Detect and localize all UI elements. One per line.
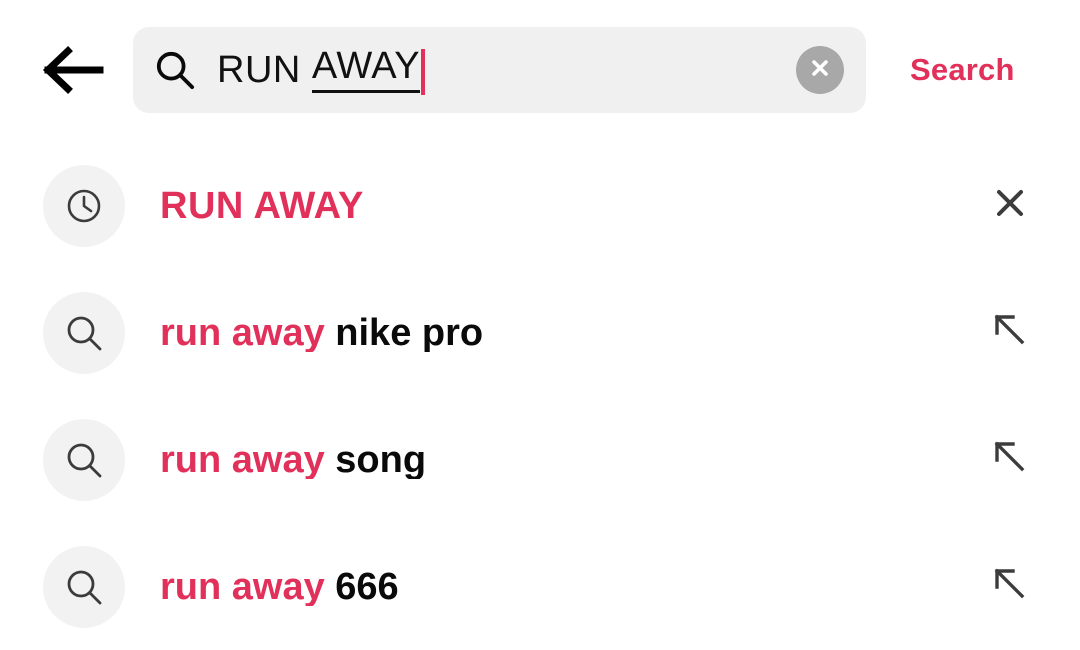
search-icon bbox=[43, 418, 125, 501]
arrow-up-left-icon bbox=[991, 438, 1029, 481]
suggestion-highlight: run away bbox=[160, 440, 325, 479]
search-submit-button[interactable]: Search bbox=[910, 52, 1015, 88]
suggestion-highlight: RUN AWAY bbox=[160, 186, 364, 225]
search-icon bbox=[155, 50, 195, 90]
clear-search-button[interactable] bbox=[796, 46, 844, 94]
clock-icon bbox=[43, 164, 125, 247]
suggestion-label: run away song bbox=[160, 441, 982, 479]
list-item[interactable]: run away nike pro bbox=[0, 269, 1080, 396]
fill-query-button[interactable] bbox=[982, 559, 1038, 615]
list-item[interactable]: run away song bbox=[0, 396, 1080, 523]
suggestion-rest: nike pro bbox=[324, 313, 484, 352]
fill-query-button[interactable] bbox=[982, 305, 1038, 361]
suggestion-label: run away nike pro bbox=[160, 314, 982, 352]
suggestion-highlight: run away bbox=[160, 313, 325, 352]
search-input[interactable]: RUN AWAY bbox=[217, 27, 796, 113]
suggestion-rest: song bbox=[324, 440, 427, 479]
suggestion-rest: 666 bbox=[324, 567, 399, 606]
close-icon bbox=[992, 185, 1028, 226]
arrow-up-left-icon bbox=[991, 311, 1029, 354]
search-query-composing: AWAY bbox=[311, 47, 421, 93]
list-item[interactable]: run away 666 bbox=[0, 523, 1080, 650]
back-button[interactable] bbox=[28, 25, 118, 115]
suggestion-highlight: run away bbox=[160, 567, 325, 606]
close-circle-icon bbox=[807, 55, 833, 86]
search-query-committed: RUN bbox=[217, 49, 312, 91]
suggestion-label: RUN AWAY bbox=[160, 187, 982, 225]
arrow-up-left-icon bbox=[991, 565, 1029, 608]
remove-history-button[interactable] bbox=[982, 178, 1038, 234]
search-icon bbox=[43, 291, 125, 374]
search-header: RUN AWAY Search bbox=[0, 0, 1080, 140]
text-caret bbox=[421, 49, 426, 95]
search-input-container[interactable]: RUN AWAY bbox=[133, 27, 866, 113]
list-item[interactable]: RUN AWAY bbox=[0, 142, 1080, 269]
arrow-left-icon bbox=[42, 46, 104, 94]
suggestion-list: RUN AWAY run away nike pro run away song… bbox=[0, 140, 1080, 650]
suggestion-label: run away 666 bbox=[160, 568, 982, 606]
fill-query-button[interactable] bbox=[982, 432, 1038, 488]
search-icon bbox=[43, 545, 125, 628]
